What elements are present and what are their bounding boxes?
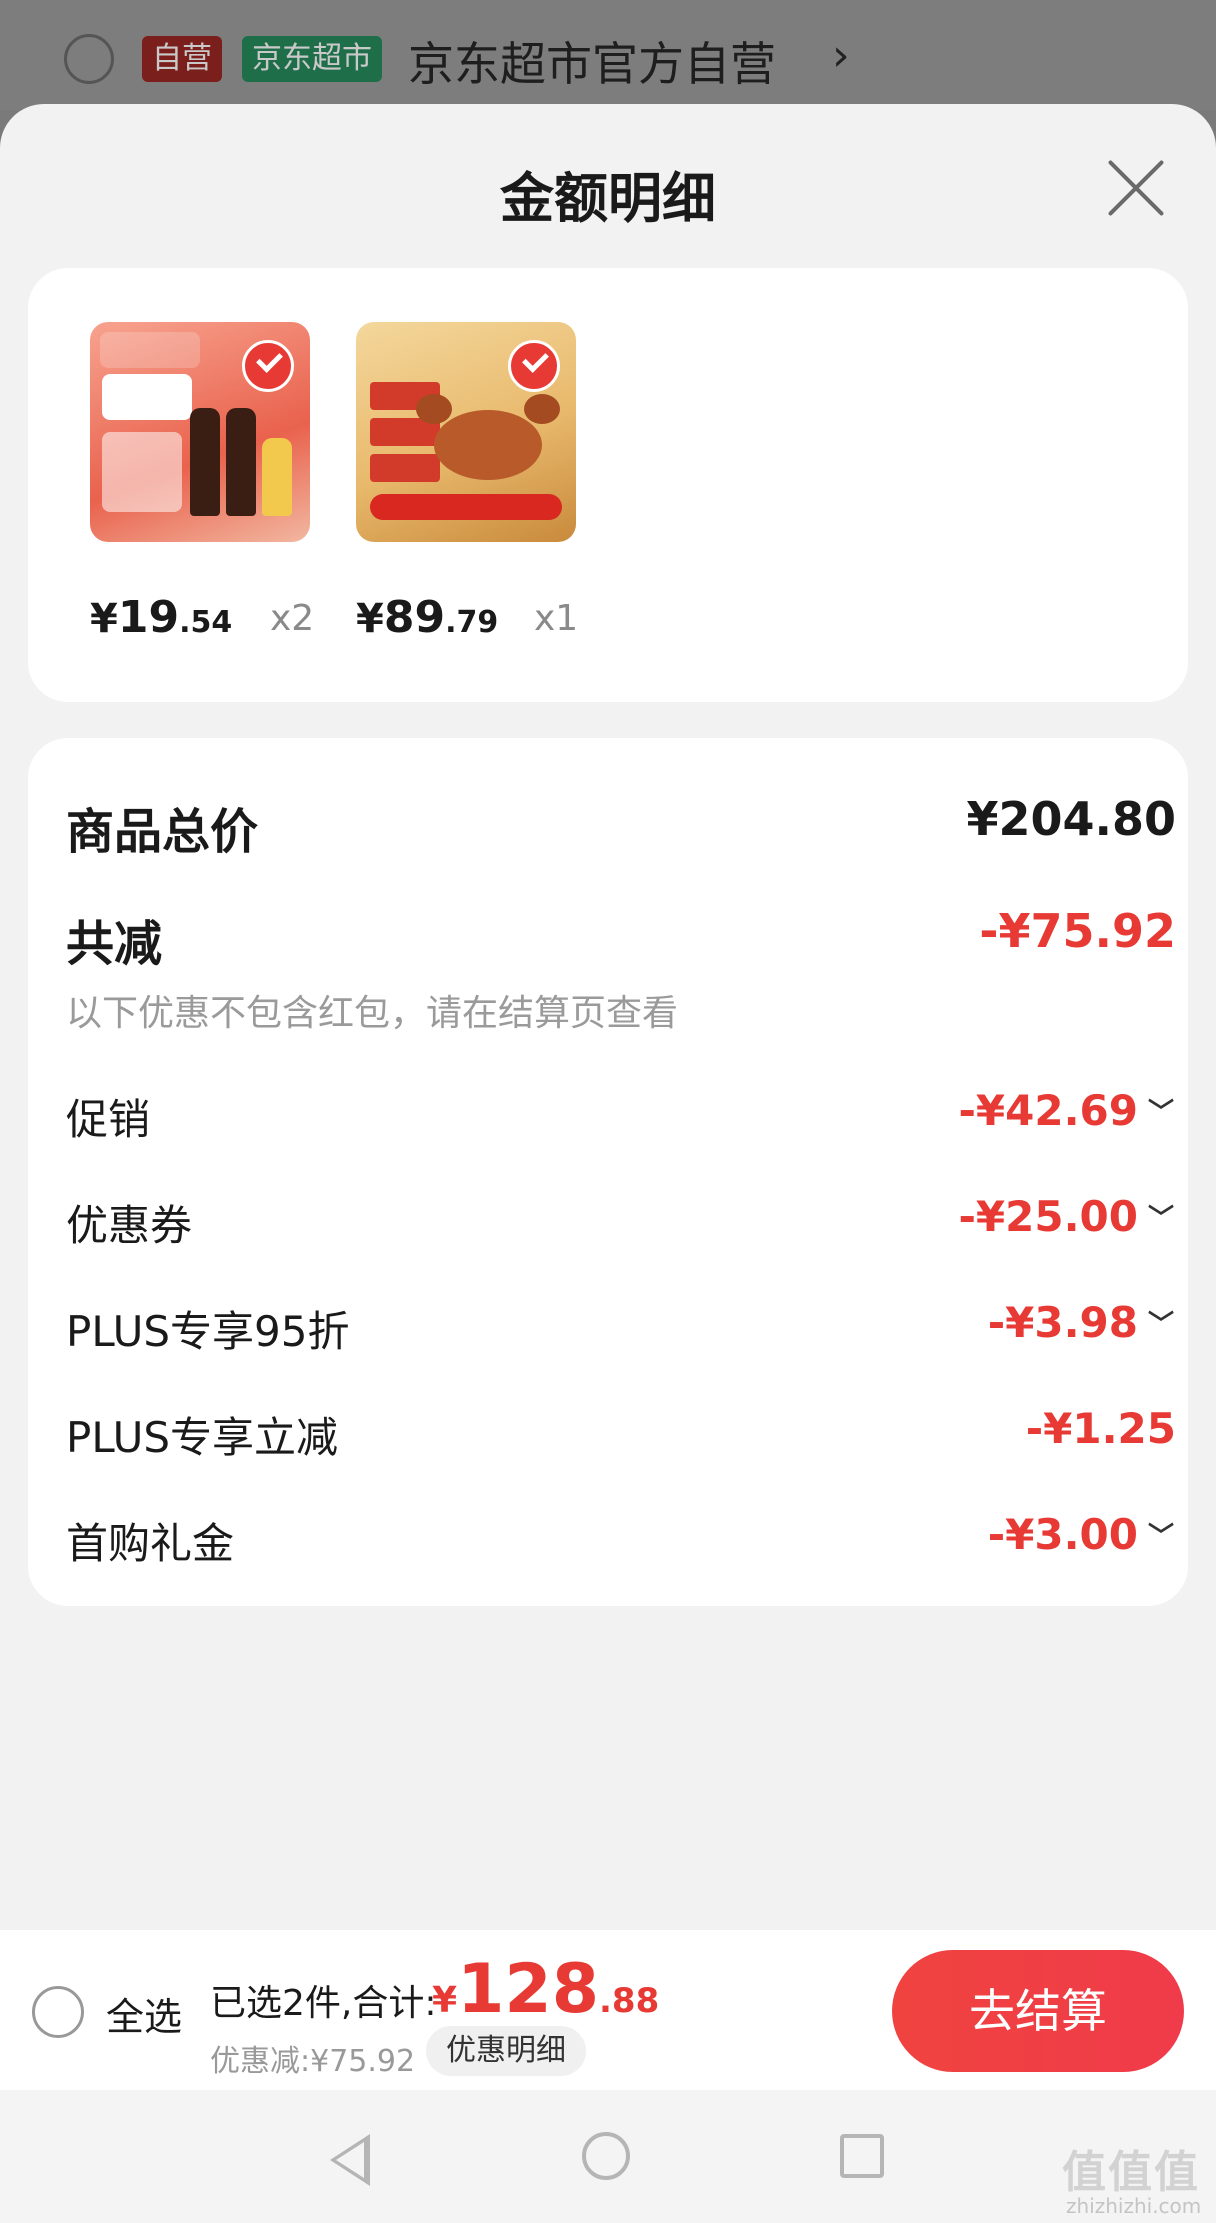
goods-total-amount: ¥204.80 — [966, 792, 1176, 846]
recent-apps-icon[interactable] — [840, 2134, 884, 2178]
total-reduction-amount: -¥75.92 — [979, 904, 1176, 958]
chevron-right-icon[interactable]: › — [832, 30, 850, 81]
product-image-soy-sauce[interactable] — [90, 322, 310, 542]
product-banner — [100, 332, 200, 368]
amount-detail-sheet: 金额明细 ¥19.54 x2 ¥89.79 x1 商品总价 ¥204.80 共减… — [0, 104, 1216, 1930]
bottle-graphic — [190, 408, 220, 516]
store-header: 自营 京东超市 京东超市官方自营 › — [0, 0, 1216, 110]
discount-label: 首购礼金 — [66, 1519, 235, 1568]
sheet-title: 金额明细 — [500, 167, 716, 230]
discount-label: PLUS专享95折 — [66, 1307, 350, 1356]
close-icon[interactable] — [1104, 156, 1168, 220]
discount-amount: -¥42.69 ﹀ — [958, 1086, 1176, 1135]
product-quantity: x1 — [534, 598, 579, 639]
discount-label: 优惠券 — [66, 1201, 193, 1250]
watermark-url: zhizhizhi.com — [1066, 2194, 1202, 2218]
discount-detail-button[interactable]: 优惠明细 — [426, 2026, 586, 2076]
goods-total-label: 商品总价 — [66, 804, 259, 860]
product-quantity: x2 — [270, 598, 315, 639]
checkout-bar: 全选 已选2件,合计: ¥128.88 优惠减:¥75.92 优惠明细 去结算 — [0, 1930, 1216, 2090]
store-select-radio[interactable] — [64, 34, 114, 84]
product-price: ¥19.54 — [90, 592, 233, 643]
discount-amount: -¥25.00 ﹀ — [958, 1192, 1176, 1241]
bottle-graphic — [262, 438, 292, 516]
check-icon[interactable] — [508, 340, 560, 392]
discount-label: PLUS专享立减 — [66, 1413, 339, 1462]
store-name[interactable]: 京东超市官方自营 — [408, 28, 776, 94]
select-all-radio[interactable] — [32, 1986, 84, 2038]
price-breakdown-card: 商品总价 ¥204.80 共减 -¥75.92 以下优惠不包含红包，请在结算页查… — [28, 738, 1188, 1606]
chevron-down-icon[interactable]: ﹀ — [1148, 1304, 1176, 1341]
discount-label: 促销 — [66, 1095, 151, 1144]
back-icon[interactable] — [330, 2134, 370, 2186]
chevron-down-icon[interactable]: ﹀ — [1148, 1198, 1176, 1235]
total-price: ¥128.88 — [432, 1950, 660, 2029]
check-icon[interactable] — [242, 340, 294, 392]
product-banner — [370, 494, 562, 520]
selected-summary: 已选2件,合计: — [210, 1983, 437, 2024]
chevron-down-icon[interactable]: ﹀ — [1148, 1516, 1176, 1553]
product-info-panel — [102, 432, 182, 512]
select-all-label[interactable]: 全选 — [106, 1986, 182, 2041]
crab-graphic — [416, 394, 560, 480]
checkout-button[interactable]: 去结算 — [892, 1950, 1184, 2072]
self-operated-tag: 自营 — [142, 36, 222, 82]
discount-amount: -¥1.25 — [1025, 1404, 1176, 1453]
system-nav-bar — [0, 2090, 1216, 2223]
discount-amount: -¥3.98 ﹀ — [987, 1298, 1176, 1347]
reduction-note: 以下优惠不包含红包，请在结算页查看 — [66, 993, 679, 1034]
discount-summary: 优惠减:¥75.92 — [210, 2044, 416, 2079]
product-price: ¥89.79 — [356, 592, 499, 643]
jd-supermarket-tag: 京东超市 — [242, 36, 382, 82]
product-image-crab[interactable] — [356, 322, 576, 542]
chevron-down-icon[interactable]: ﹀ — [1148, 1092, 1176, 1129]
bottle-graphic — [226, 408, 256, 516]
product-price-badge — [102, 374, 192, 420]
home-icon[interactable] — [582, 2132, 630, 2180]
watermark: 值值值 — [1062, 2147, 1200, 2198]
discount-amount: -¥3.00 ﹀ — [987, 1510, 1176, 1559]
products-card: ¥19.54 x2 ¥89.79 x1 — [28, 268, 1188, 702]
total-reduction-label: 共减 — [66, 916, 163, 972]
